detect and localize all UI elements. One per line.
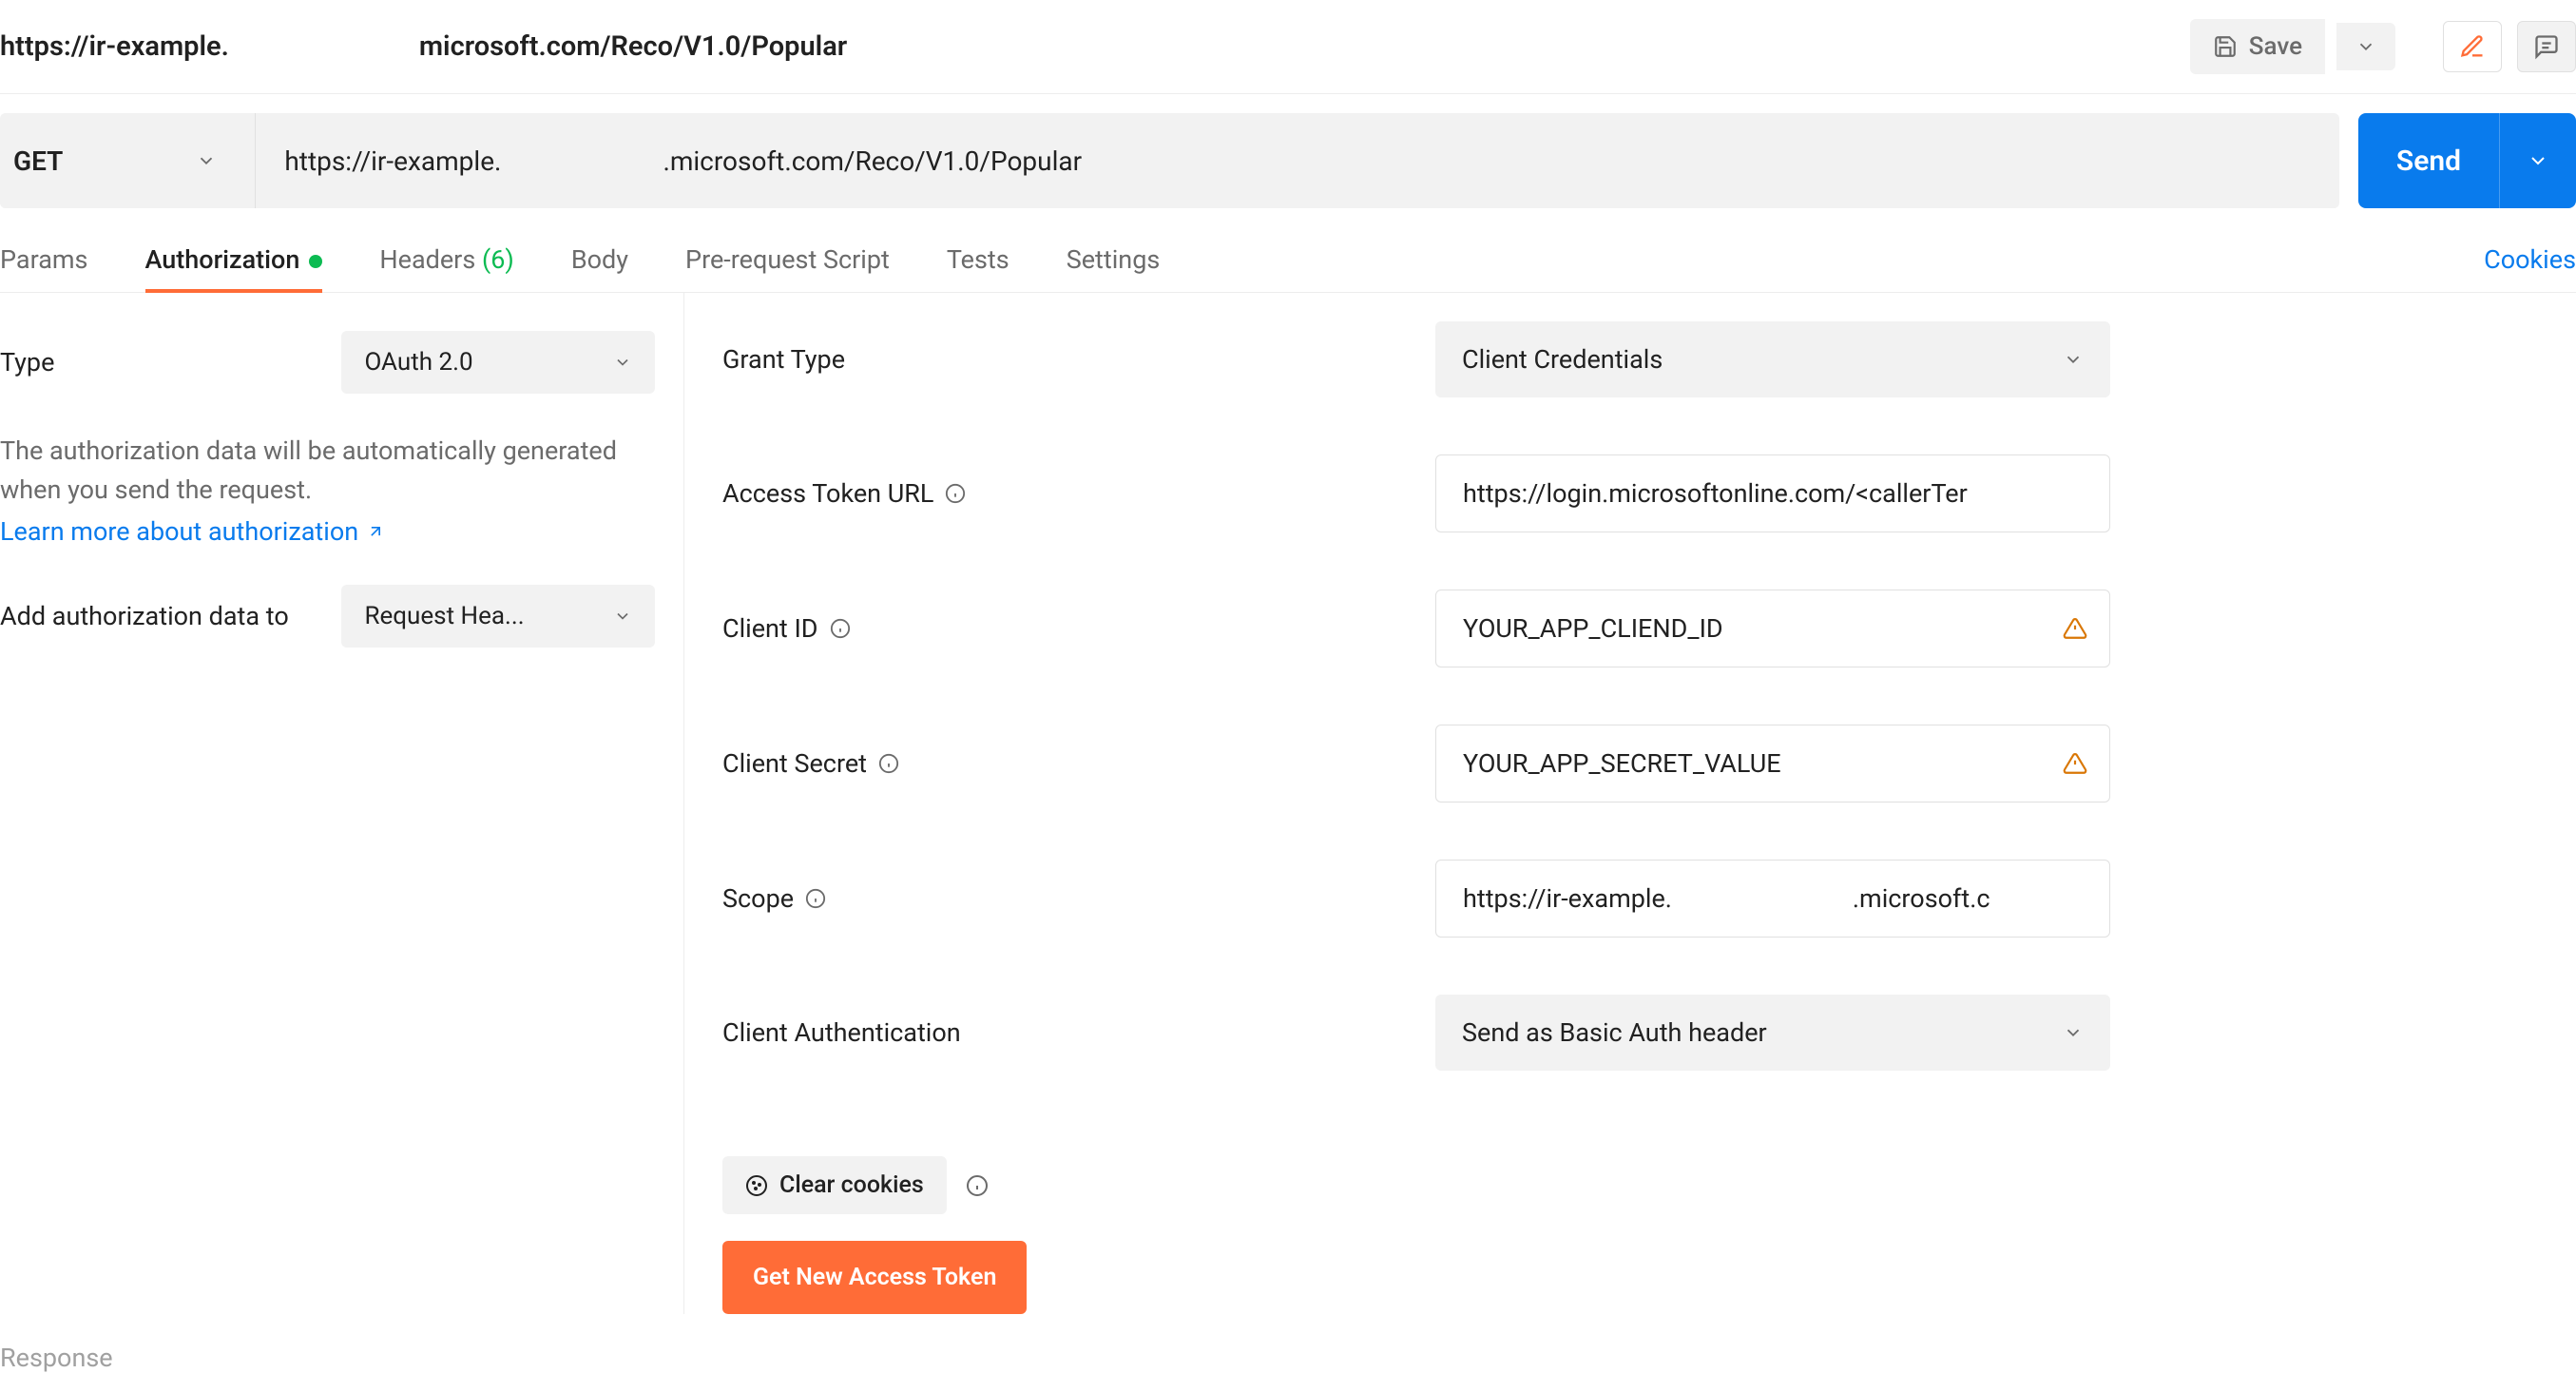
info-icon[interactable] [945,483,966,504]
tab-authorization[interactable]: Authorization [145,227,352,292]
breadcrumb: https://ir-example. microsoft.com/Reco/V… [0,30,2190,63]
grant-type-value: Client Credentials [1462,344,1663,375]
scope-input[interactable]: https://ir-example..microsoft.c [1435,860,2110,938]
send-dropdown-button[interactable] [2499,113,2576,208]
client-auth-select[interactable]: Send as Basic Auth header [1435,995,2110,1071]
warning-icon[interactable] [2063,616,2087,641]
tab-settings[interactable]: Settings [1067,227,1189,292]
url-input[interactable]: https://ir-example. .microsoft.com/Reco/… [256,113,2339,208]
access-token-url-label: Access Token URL [722,478,1435,509]
send-label: Send [2396,145,2461,178]
learn-more-link[interactable]: Learn more about authorization [0,516,385,547]
info-icon[interactable] [966,1174,989,1197]
access-token-url-row: Access Token URL https://login.microsoft… [722,454,2538,532]
client-id-row: Client ID YOUR_APP_CLIEND_ID [722,590,2538,667]
save-dropdown-button[interactable] [2336,23,2395,70]
chevron-down-icon [613,353,632,372]
breadcrumb-right: microsoft.com/Reco/V1.0/Popular [419,30,847,63]
type-value: OAuth 2.0 [364,348,472,377]
client-secret-row: Client Secret YOUR_APP_SECRET_VALUE [722,725,2538,803]
chevron-down-icon [2063,349,2084,370]
tab-headers[interactable]: Headers (6) [379,227,542,292]
topbar: https://ir-example. microsoft.com/Reco/V… [0,0,2576,94]
breadcrumb-left: https://ir-example. [0,30,419,63]
add-to-row: Add authorization data to Request Hea... [0,585,655,648]
send-group: Send [2358,113,2576,208]
warning-icon[interactable] [2063,751,2087,776]
client-secret-input[interactable]: YOUR_APP_SECRET_VALUE [1435,725,2110,803]
comment-button[interactable] [2517,21,2576,72]
grant-type-label: Grant Type [722,344,1435,375]
type-row: Type OAuth 2.0 [0,331,655,394]
get-token-label: Get New Access Token [753,1264,996,1291]
client-auth-label: Client Authentication [722,1017,1435,1048]
access-token-url-input[interactable]: https://login.microsoftonline.com/<calle… [1435,454,2110,532]
chevron-down-icon [196,150,217,171]
response-label: Response [0,1314,2576,1373]
left-column: Type OAuth 2.0 The authorization data wi… [0,293,684,1314]
type-label: Type [0,347,341,377]
clear-cookies-label: Clear cookies [779,1171,924,1199]
chevron-down-icon [2063,1022,2084,1043]
clear-cookies-row: Clear cookies [722,1156,2538,1214]
edit-button[interactable] [2443,21,2502,72]
scope-label: Scope [722,883,1435,914]
auth-description: The authorization data will be automatic… [0,432,655,509]
add-to-select[interactable]: Request Hea... [341,585,655,648]
status-dot-icon [309,255,322,268]
client-secret-label: Client Secret [722,748,1435,779]
method-value: GET [13,145,63,177]
tab-params[interactable]: Params [0,227,117,292]
comment-icon [2533,33,2560,60]
save-icon [2213,34,2238,59]
request-row: GET https://ir-example. .microsoft.com/R… [0,94,2576,227]
tab-body[interactable]: Body [571,227,657,292]
external-link-icon [366,522,385,541]
topbar-actions: Save [2190,19,2576,74]
client-id-input[interactable]: YOUR_APP_CLIEND_ID [1435,590,2110,667]
send-button[interactable]: Send [2358,113,2499,208]
method-select[interactable]: GET [0,113,256,208]
grant-type-row: Grant Type Client Credentials [722,321,2538,397]
save-label: Save [2249,32,2302,61]
content: Type OAuth 2.0 The authorization data wi… [0,293,2576,1314]
chevron-down-icon [613,607,632,626]
url-right: .microsoft.com/Reco/V1.0/Popular [663,145,1082,177]
get-access-token-button[interactable]: Get New Access Token [722,1241,1027,1314]
info-icon[interactable] [878,753,899,774]
add-to-value: Request Hea... [364,602,524,630]
cookies-link[interactable]: Cookies [2484,227,2576,292]
grant-type-select[interactable]: Client Credentials [1435,321,2110,397]
cookie-icon [745,1174,768,1197]
client-id-label: Client ID [722,613,1435,644]
info-icon[interactable] [805,888,826,909]
tab-prerequest[interactable]: Pre-request Script [685,227,918,292]
client-auth-value: Send as Basic Auth header [1462,1017,1767,1048]
client-auth-row: Client Authentication Send as Basic Auth… [722,995,2538,1071]
scope-row: Scope https://ir-example..microsoft.c [722,860,2538,938]
add-to-label: Add authorization data to [0,597,341,636]
pencil-icon [2459,33,2486,60]
tabs-row: Params Authorization Headers (6) Body Pr… [0,227,2576,293]
url-row: GET https://ir-example. .microsoft.com/R… [0,113,2339,208]
clear-cookies-button[interactable]: Clear cookies [722,1156,947,1214]
save-button[interactable]: Save [2190,19,2325,74]
right-column: Grant Type Client Credentials Access Tok… [684,293,2576,1314]
tab-tests[interactable]: Tests [947,227,1038,292]
type-select[interactable]: OAuth 2.0 [341,331,655,394]
info-icon[interactable] [830,618,851,639]
url-left: https://ir-example. [284,145,501,177]
